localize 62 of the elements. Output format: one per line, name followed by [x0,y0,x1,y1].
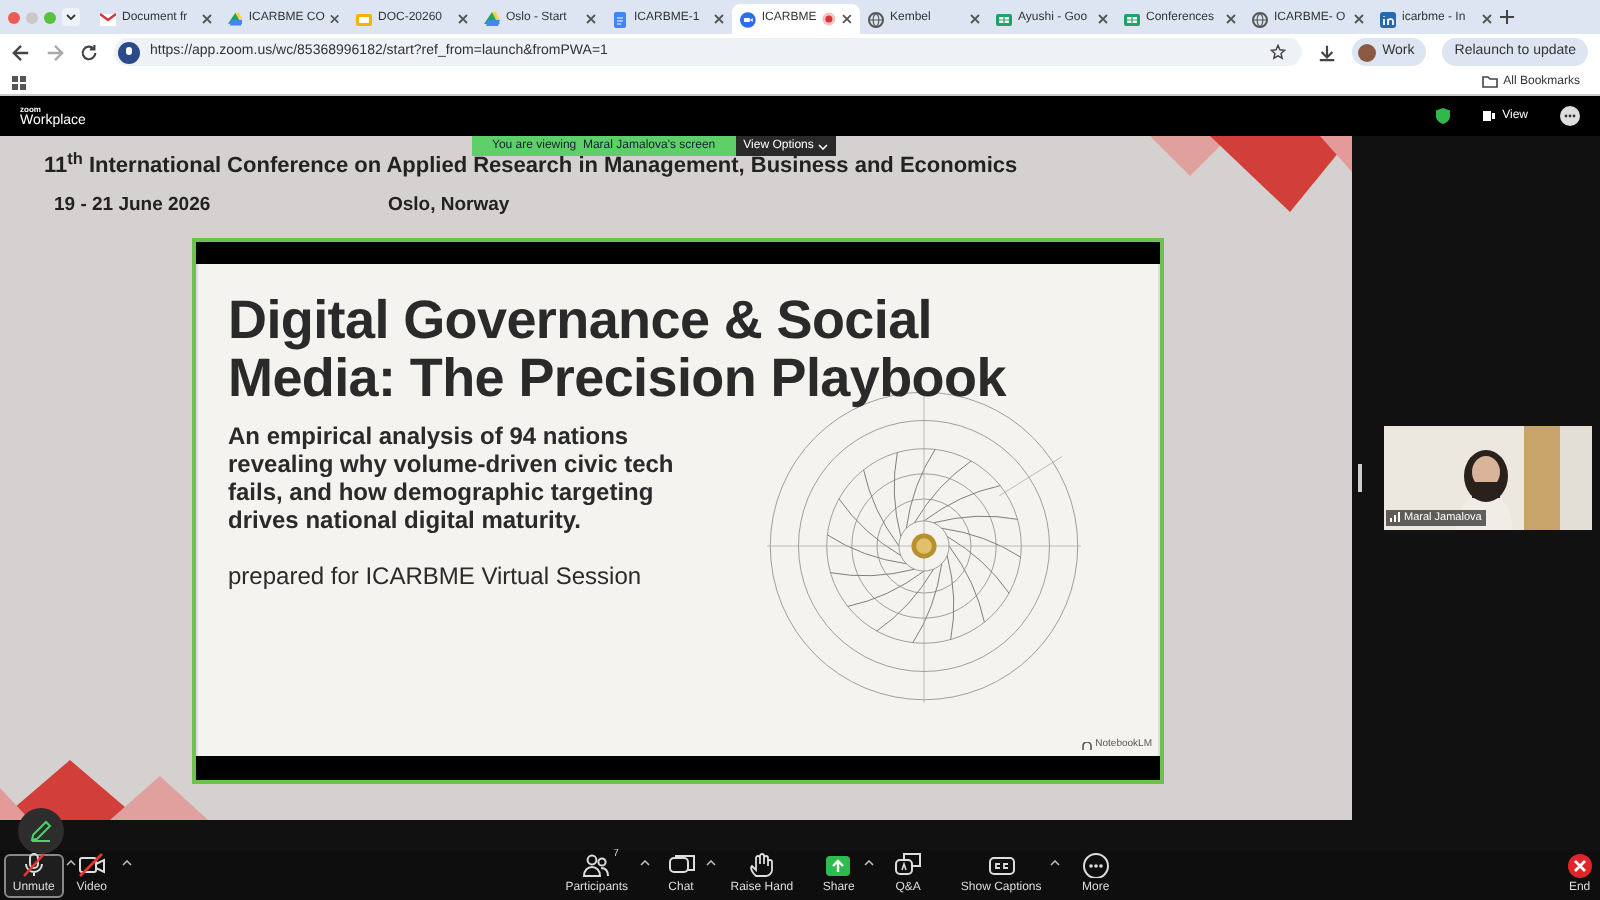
document-icon [612,11,628,27]
close-icon[interactable] [458,14,468,24]
participants-icon [582,852,611,878]
reload-icon[interactable] [80,43,98,61]
more-icon [1081,852,1110,878]
close-icon[interactable] [330,14,340,24]
slides-icon [356,11,372,27]
close-icon[interactable] [586,14,596,24]
chat-icon [667,852,695,878]
more-icon[interactable] [1560,106,1580,126]
close-icon[interactable] [1226,14,1236,24]
apps-grid-icon[interactable] [12,75,26,89]
video-camera-icon [740,11,756,27]
question-answer-icon [894,852,923,878]
slide-note: prepared for ICARBME Virtual Session [228,559,644,594]
caret-icon[interactable] [65,859,76,865]
drive-icon [484,11,500,27]
conference-dates: 19 - 21 June 2026 [54,191,213,219]
linkedin-icon [1380,11,1396,27]
close-icon [1565,852,1594,878]
share-screen-icon [824,852,853,878]
close-icon[interactable] [202,14,212,24]
panel-resize-handle[interactable] [1358,464,1362,492]
drive-icon [228,11,243,27]
mail-icon [100,11,116,27]
sheet-icon [1124,11,1140,27]
captions-icon [987,852,1016,878]
download-icon[interactable] [1318,43,1337,61]
close-icon[interactable] [1482,14,1492,24]
folder-icon [1481,76,1498,88]
close-icon[interactable] [714,14,724,24]
close-icon[interactable] [1098,14,1108,24]
close-icon[interactable] [1354,14,1364,24]
view-icon [1482,110,1497,122]
shield-icon[interactable] [1436,108,1451,124]
sheet-icon [996,11,1012,27]
slide-title: Digital Governance & Social Media: The Precision Playbook [228,291,1008,408]
conference-location: Oslo, Norway [388,191,510,219]
caret-icon[interactable] [864,859,875,865]
video-camera-icon [77,852,106,878]
caret-icon[interactable] [706,859,717,865]
back-icon[interactable] [12,43,30,61]
globe-icon [868,11,884,27]
microphone-muted-icon [19,852,48,878]
conference-title: 11$^{th}$ International Conference on Applied Research in Management, Business and Economics [44,150,1018,182]
caret-icon[interactable] [122,859,132,865]
slide-subtitle: An empirical analysis of 94 nations revealing why volume-driven civic tech fails, and how demographic targeting drives national digital maturity. [228,421,676,534]
star-icon[interactable] [1270,44,1287,60]
pencil-icon [30,820,52,842]
avatar-icon [1358,43,1377,61]
hand-icon [747,852,776,878]
caret-icon [817,143,828,149]
notebook-logo-icon [1081,742,1092,750]
caret-icon[interactable] [1050,859,1061,865]
signal-icon [1390,512,1400,523]
new-tab-icon[interactable] [1500,10,1514,24]
close-icon[interactable] [970,14,980,24]
caret-icon[interactable] [639,859,650,865]
tab-search-icon[interactable] [62,8,80,26]
globe-icon [1252,11,1268,27]
site-info-icon[interactable] [118,41,140,63]
close-icon[interactable] [842,14,852,24]
